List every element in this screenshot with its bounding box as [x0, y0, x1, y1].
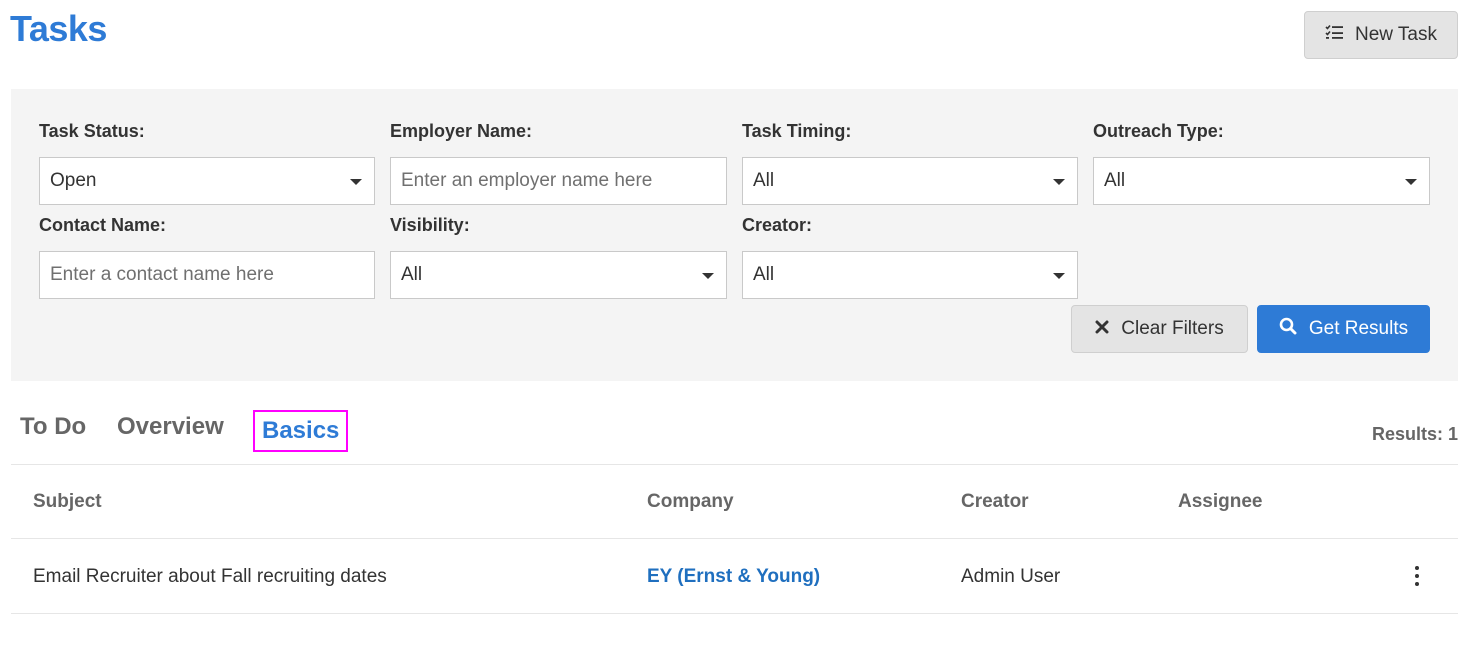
- outreach-type-value: All: [1104, 170, 1126, 191]
- creator-label: Creator:: [742, 215, 813, 235]
- task-timing-value: All: [753, 170, 775, 191]
- clear-filters-button[interactable]: Clear Filters: [1071, 305, 1248, 353]
- employer-name-field-wrap: [390, 157, 727, 205]
- chevron-down-icon: [350, 179, 362, 185]
- tab-basics[interactable]: Basics: [253, 410, 349, 452]
- get-results-button[interactable]: Get Results: [1257, 305, 1430, 353]
- employer-name-filter: Employer Name:: [390, 119, 727, 205]
- task-status-select[interactable]: Open: [39, 157, 375, 205]
- column-header-creator[interactable]: Creator: [961, 491, 1029, 513]
- tab-to-do[interactable]: To Do: [20, 413, 86, 441]
- employer-name-label: Employer Name:: [390, 121, 533, 141]
- creator-value: All: [753, 264, 775, 285]
- task-status-label: Task Status:: [39, 121, 145, 141]
- clear-filters-label: Clear Filters: [1121, 318, 1224, 339]
- chevron-down-icon: [1405, 179, 1417, 185]
- outreach-type-filter: Outreach Type: All: [1093, 119, 1430, 205]
- task-status-filter: Task Status: Open: [39, 119, 375, 205]
- employer-name-input[interactable]: [401, 170, 716, 192]
- chevron-down-icon: [1053, 273, 1065, 279]
- task-timing-select[interactable]: All: [742, 157, 1078, 205]
- visibility-filter: Visibility: All: [390, 213, 727, 299]
- contact-name-input[interactable]: [50, 264, 364, 286]
- task-timing-filter: Task Timing: All: [742, 119, 1078, 205]
- task-list-icon: [1325, 24, 1343, 46]
- outreach-type-select[interactable]: All: [1093, 157, 1430, 205]
- task-timing-label: Task Timing:: [742, 121, 852, 141]
- creator-filter: Creator: All: [742, 213, 1078, 299]
- column-header-assignee[interactable]: Assignee: [1178, 491, 1262, 513]
- visibility-label: Visibility:: [390, 215, 470, 235]
- results-count: Results: 1: [1371, 424, 1458, 444]
- column-header-company[interactable]: Company: [647, 491, 734, 513]
- chevron-down-icon: [1053, 179, 1065, 185]
- creator-select[interactable]: All: [742, 251, 1078, 299]
- visibility-value: All: [401, 264, 423, 285]
- column-header-subject[interactable]: Subject: [33, 491, 102, 513]
- new-task-button[interactable]: New Task: [1304, 11, 1458, 59]
- visibility-select[interactable]: All: [390, 251, 727, 299]
- page-title: Tasks: [10, 8, 107, 49]
- outreach-type-label: Outreach Type:: [1093, 121, 1224, 141]
- row-creator: Admin User: [961, 566, 1061, 587]
- task-status-value: Open: [50, 170, 97, 191]
- divider: [11, 464, 1458, 465]
- contact-name-field-wrap: [39, 251, 375, 299]
- divider: [11, 613, 1458, 614]
- divider: [11, 538, 1458, 539]
- filter-panel: Task Status: Open Employer Name: Task Ti…: [11, 89, 1458, 381]
- contact-name-filter: Contact Name:: [39, 213, 375, 299]
- row-subject[interactable]: Email Recruiter about Fall recruiting da…: [33, 566, 387, 588]
- row-company-link[interactable]: EY (Ernst & Young): [647, 566, 820, 588]
- get-results-label: Get Results: [1308, 318, 1409, 339]
- new-task-label: New Task: [1354, 24, 1437, 45]
- contact-name-label: Contact Name:: [39, 215, 167, 235]
- close-icon: [1095, 318, 1109, 340]
- chevron-down-icon: [702, 273, 714, 279]
- tab-overview[interactable]: Overview: [117, 413, 224, 441]
- more-vertical-icon[interactable]: [1410, 566, 1424, 586]
- search-icon: [1279, 317, 1297, 341]
